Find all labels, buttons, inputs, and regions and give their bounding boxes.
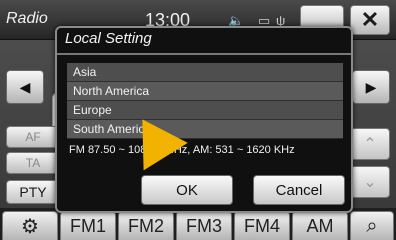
search-tab[interactable]: ⌕ — [350, 211, 394, 240]
tab-fm3[interactable]: FM3 — [176, 211, 232, 240]
seek-up-button[interactable]: ⌃ — [350, 128, 390, 160]
region-item-south-america[interactable]: South America — [67, 120, 343, 139]
tab-am[interactable]: AM — [292, 211, 348, 240]
pty-button[interactable]: PTY — [6, 180, 60, 204]
region-item-north-america[interactable]: North America — [67, 82, 343, 101]
region-item-europe[interactable]: Europe — [67, 101, 343, 120]
frequency-range-text: FM 87.50 ~ 108.00 MHz, AM: 531 ~ 1620 KH… — [69, 144, 295, 156]
prev-station-button[interactable]: ◀ — [6, 70, 44, 104]
local-setting-dialog: Local Setting Asia North America Europe … — [55, 26, 353, 213]
seek-down-button[interactable]: ⌄ — [350, 166, 390, 198]
region-item-asia[interactable]: Asia — [67, 63, 343, 82]
tab-fm4[interactable]: FM4 — [234, 211, 290, 240]
search-icon: ⌕ — [366, 214, 378, 237]
gear-icon: ⚙ — [21, 215, 39, 238]
tab-fm2[interactable]: FM2 — [118, 211, 174, 240]
ok-button[interactable]: OK — [141, 175, 233, 205]
dialog-divider — [57, 53, 351, 55]
af-button[interactable]: AF — [6, 126, 60, 148]
settings-tab[interactable]: ⚙ — [2, 211, 58, 240]
ta-button[interactable]: TA — [6, 152, 60, 174]
next-station-button[interactable]: ▶ — [352, 70, 390, 104]
tab-fm1[interactable]: FM1 — [60, 211, 116, 240]
dialog-title: Local Setting — [65, 30, 152, 47]
cancel-button[interactable]: Cancel — [253, 175, 345, 205]
app-title: Radio — [6, 10, 48, 27]
region-list: Asia North America Europe South America — [67, 63, 343, 139]
close-button[interactable]: ✕ — [350, 5, 390, 35]
